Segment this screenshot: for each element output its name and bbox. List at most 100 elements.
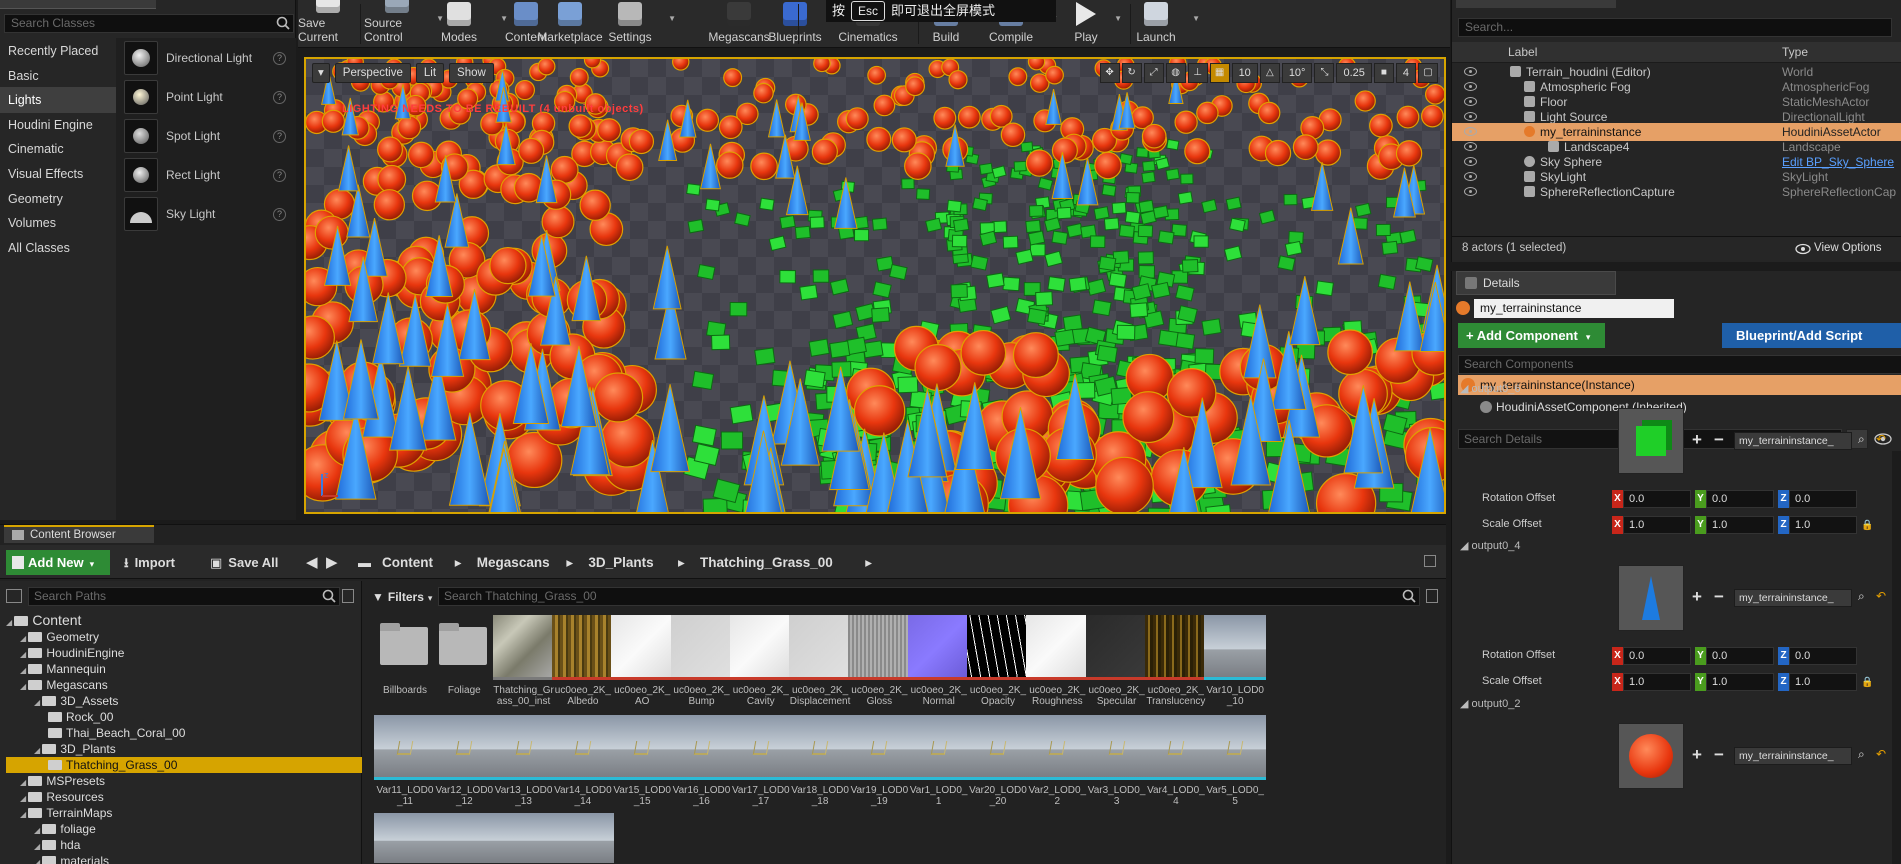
asset-tile-var11-lod0-11[interactable]: Var11_LOD0_11: [374, 715, 436, 818]
back-arrow-icon[interactable]: ◀: [306, 550, 318, 575]
breadcrumb-megascans[interactable]: Megascans: [477, 550, 550, 575]
asset-tile-var17-lod0-17[interactable]: Var17_LOD0_17: [729, 715, 792, 818]
toolbar-modes-button[interactable]: Modes ▼: [424, 0, 508, 48]
breadcrumb-3d-plants[interactable]: 3D_Plants: [588, 550, 653, 575]
help-icon[interactable]: ?: [273, 90, 286, 104]
asset-tile-foliage[interactable]: Foliage: [433, 615, 495, 718]
y-value-input[interactable]: 0.0: [1706, 490, 1774, 508]
remove-icon[interactable]: −: [1714, 745, 1724, 765]
help-icon[interactable]: ?: [273, 129, 286, 143]
collapse-arrow-icon[interactable]: ◢: [1460, 540, 1472, 552]
breadcrumb-arrow-icon[interactable]: ▸: [865, 550, 872, 575]
eye-icon[interactable]: [1464, 127, 1477, 136]
breadcrumb-content[interactable]: Content: [382, 550, 433, 575]
asset-tile-uc0oeo-2k-specular[interactable]: uc0oeo_2K_Specular: [1085, 615, 1148, 718]
folder-houdiniengine[interactable]: ◢ HoudiniEngine: [6, 645, 362, 661]
breadcrumb-arrow-icon[interactable]: ▸: [678, 550, 685, 575]
reset-arrow-icon[interactable]: ↶: [1876, 432, 1886, 446]
browse-icon[interactable]: ⌕: [1858, 747, 1865, 762]
y-value-input[interactable]: 0.0: [1706, 647, 1774, 665]
category-lights[interactable]: Lights: [0, 87, 116, 114]
help-icon[interactable]: ?: [273, 168, 286, 182]
outliner-tab[interactable]: [1456, 0, 1616, 8]
asset-tile-var10-lod0-10[interactable]: Var10_LOD0_10: [1204, 615, 1267, 718]
toolbar-source-control-button[interactable]: Source Control ▼: [364, 0, 444, 48]
lock-icon[interactable]: 🔒: [1861, 677, 1873, 688]
folder-thai-beach-coral-00[interactable]: Thai_Beach_Coral_00: [6, 725, 362, 741]
browse-icon[interactable]: ⌕: [1858, 432, 1865, 447]
help-icon[interactable]: ?: [273, 207, 286, 221]
asset-tile-uc0oeo-2k-gloss[interactable]: uc0oeo_2K_Gloss: [848, 615, 911, 718]
x-value-input[interactable]: 0.0: [1623, 490, 1691, 508]
camera-speed-value[interactable]: 4: [1395, 63, 1416, 83]
asset-tile-var15-lod0-15[interactable]: Var15_LOD0_15: [611, 715, 674, 818]
z-value-input[interactable]: 0.0: [1789, 647, 1857, 665]
expand-arrow-icon[interactable]: ◢: [34, 858, 42, 864]
breadcrumb-arrow-icon[interactable]: ▸: [566, 550, 573, 575]
label-column-header[interactable]: Label: [1508, 45, 1537, 59]
eye-icon[interactable]: [1464, 172, 1477, 181]
eye-icon[interactable]: [1464, 112, 1477, 121]
placement-item-spot-light[interactable]: Spot Light?: [124, 116, 294, 156]
asset-tile-var19-lod0-19[interactable]: Var19_LOD0_19: [848, 715, 911, 818]
category-basic[interactable]: Basic: [0, 63, 116, 89]
details-scrollbar[interactable]: [1892, 451, 1901, 864]
expand-arrow-icon[interactable]: ◢: [20, 650, 28, 659]
perspective-button[interactable]: Perspective: [334, 63, 411, 83]
view-mode-button[interactable]: Lit: [415, 63, 445, 83]
lock-icon[interactable]: 🔒: [1861, 520, 1873, 531]
outliner-row-spherereflectioncapture[interactable]: SphereReflectionCapture SphereReflectionC…: [1452, 183, 1901, 201]
details-tab[interactable]: Details: [1456, 271, 1616, 295]
remove-icon[interactable]: −: [1714, 430, 1724, 450]
maximize-viewport-icon[interactable]: ▢: [1418, 63, 1438, 83]
eye-icon[interactable]: [1464, 142, 1477, 151]
filters-button[interactable]: ▼ Filters ▾: [372, 587, 432, 607]
expand-arrow-icon[interactable]: ◢: [34, 698, 42, 707]
asset-tile-var16-lod0-16[interactable]: Var16_LOD0_16: [670, 715, 733, 818]
toolbar-settings-button[interactable]: Settings ▼: [598, 0, 676, 48]
add-new-button[interactable]: Add New ▾: [6, 550, 110, 575]
save-all-button[interactable]: ▣ Save All: [210, 550, 278, 575]
output-mesh-thumbnail[interactable]: [1618, 723, 1684, 789]
folder-foliage[interactable]: ◢ foliage: [6, 821, 362, 837]
expand-arrow-icon[interactable]: ◢: [20, 810, 28, 819]
asset-tile-partial[interactable]: [374, 813, 436, 863]
asset-tile-var5-lod0-5[interactable]: Var5_LOD0_5: [1204, 715, 1267, 818]
asset-tile-uc0oeo-2k-albedo[interactable]: uc0oeo_2K_Albedo: [551, 615, 614, 718]
asset-tile-uc0oeo-2k-normal[interactable]: uc0oeo_2K_Normal: [907, 615, 970, 718]
rotation-snap-value[interactable]: 10°: [1281, 63, 1313, 83]
asset-tile-uc0oeo-2k-translucency[interactable]: uc0oeo_2K_Translucency: [1144, 615, 1207, 718]
asset-search-input[interactable]: Search Thatching_Grass_00: [438, 587, 1420, 606]
add-component-button[interactable]: + Add Component ▾: [1458, 323, 1605, 348]
camera-speed-icon[interactable]: ■: [1373, 63, 1394, 83]
expand-arrow-icon[interactable]: ◢: [20, 666, 28, 675]
view-options-button[interactable]: View Options: [1814, 242, 1882, 254]
asset-tile-var1-lod0-1[interactable]: Var1_LOD0_1: [907, 715, 970, 818]
eye-icon[interactable]: [1464, 67, 1477, 76]
asset-tile-var4-lod0-4[interactable]: Var4_LOD0_4: [1144, 715, 1207, 818]
y-value-input[interactable]: 1.0: [1706, 516, 1774, 534]
search-components-input[interactable]: Search Components: [1458, 355, 1901, 374]
folder-hda[interactable]: ◢ hda: [6, 837, 362, 853]
chevron-down-icon[interactable]: ▼: [1114, 14, 1122, 23]
toolbar-blueprints-button[interactable]: Blueprints▼: [760, 0, 844, 48]
expand-arrow-icon[interactable]: ◢: [34, 746, 42, 755]
outliner-search-input[interactable]: Search...: [1458, 18, 1892, 37]
output-mesh-thumbnail[interactable]: [1618, 408, 1684, 474]
expand-arrow-icon[interactable]: ◢: [20, 794, 28, 803]
lock-icon[interactable]: [1424, 555, 1436, 567]
z-value-input[interactable]: 0.0: [1789, 490, 1857, 508]
world-local-icon[interactable]: ◍: [1165, 63, 1186, 83]
add-icon[interactable]: +: [1692, 430, 1702, 450]
asset-tile-var3-lod0-3[interactable]: Var3_LOD0_3: [1085, 715, 1148, 818]
remove-icon[interactable]: −: [1714, 587, 1724, 607]
folder-rock-00[interactable]: Rock_00: [6, 709, 362, 725]
rotation-snap-icon[interactable]: △: [1259, 63, 1280, 83]
expand-arrow-icon[interactable]: ◢: [20, 778, 28, 787]
output-section-output0-2[interactable]: ◢ output0_2: [1460, 697, 1520, 710]
type-column-header[interactable]: Type: [1782, 45, 1808, 59]
z-value-input[interactable]: 1.0: [1789, 673, 1857, 691]
add-icon[interactable]: +: [1692, 587, 1702, 607]
scale-snap-value[interactable]: 0.25: [1336, 63, 1372, 83]
grid-snap-icon[interactable]: ▦: [1209, 63, 1230, 83]
